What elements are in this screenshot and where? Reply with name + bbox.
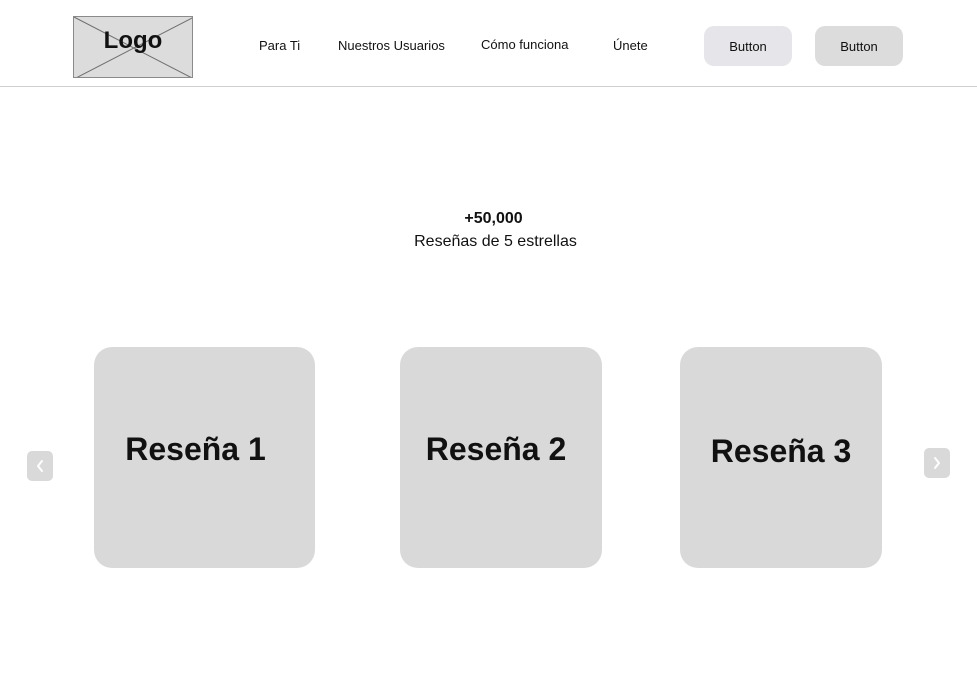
chevron-left-icon — [37, 460, 43, 472]
logo-placeholder[interactable]: Logo — [73, 16, 193, 78]
review-card-title: Reseña 3 — [710, 433, 852, 469]
nav-link-como-funciona[interactable]: Cómo funciona — [481, 37, 568, 52]
header-button-primary[interactable]: Button — [704, 26, 792, 66]
header-button-secondary[interactable]: Button — [815, 26, 903, 66]
carousel-prev-button[interactable] — [27, 451, 53, 481]
nav-link-unete[interactable]: Únete — [613, 38, 648, 53]
review-card-title: Reseña 2 — [425, 431, 567, 467]
reviews-count: +50,000 — [464, 210, 523, 227]
site-header: Logo Para Ti Nuestros Usuarios Cómo func… — [0, 0, 977, 87]
review-card[interactable]: Reseña 3 — [680, 347, 882, 568]
review-card[interactable]: Reseña 2 — [400, 347, 602, 568]
reviews-count-label: Reseñas de 5 estrellas — [414, 233, 577, 250]
nav-link-para-ti[interactable]: Para Ti — [259, 38, 300, 53]
review-card-title: Reseña 1 — [125, 431, 266, 467]
logo-text: Logo — [103, 27, 163, 54]
review-card[interactable]: Reseña 1 — [94, 347, 315, 568]
carousel-next-button[interactable] — [924, 448, 950, 478]
chevron-right-icon — [934, 457, 940, 469]
reviews-stats: +50,000 Reseñas de 5 estrellas — [0, 208, 977, 254]
nav-link-nuestros-usuarios[interactable]: Nuestros Usuarios — [338, 38, 445, 53]
